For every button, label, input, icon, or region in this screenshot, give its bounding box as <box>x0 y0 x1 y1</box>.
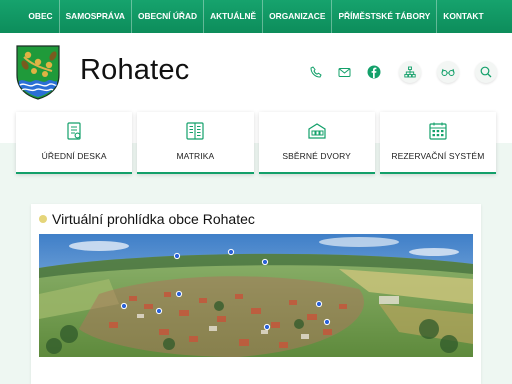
nav-item-obecni-urad[interactable]: OBECNÍ ÚŘAD <box>132 0 205 33</box>
collection-yard-icon <box>308 123 326 139</box>
nav-item-kontakt[interactable]: KONTAKT <box>437 0 489 33</box>
accessibility-glasses-icon[interactable] <box>437 61 459 83</box>
tile-label: REZERVAČNÍ SYSTÉM <box>391 151 485 161</box>
facebook-icon[interactable] <box>363 61 385 83</box>
notice-board-icon <box>67 122 81 140</box>
tile-sberne-dvory[interactable]: SBĚRNÉ DVORY <box>258 112 375 174</box>
tile-label: MATRIKA <box>176 151 215 161</box>
phone-icon[interactable] <box>305 61 327 83</box>
tile-rezervacni-system[interactable]: REZERVAČNÍ SYSTÉM <box>379 112 496 174</box>
site-title[interactable]: Rohatec <box>80 54 189 87</box>
registry-book-icon <box>186 122 204 140</box>
tile-label: SBĚRNÉ DVORY <box>282 151 351 161</box>
article-heading[interactable]: Virtuální prohlídka obce Rohatec <box>39 211 255 227</box>
article-title[interactable]: Virtuální prohlídka obce Rohatec <box>52 211 255 227</box>
nav-item-primestske-tabory[interactable]: PŘÍMĚSTSKÉ TÁBORY <box>332 0 438 33</box>
nav-item-samosprava[interactable]: SAMOSPRÁVA <box>60 0 132 33</box>
nav-item-organizace[interactable]: ORGANIZACE <box>263 0 333 33</box>
sitemap-icon[interactable] <box>399 61 421 83</box>
tile-uredni-deska[interactable]: ÚŘEDNÍ DESKA <box>16 112 133 174</box>
article-card: Virtuální prohlídka obce Rohatec <box>31 204 481 384</box>
calendar-icon <box>429 122 447 140</box>
tile-matrika[interactable]: MATRIKA <box>137 112 254 174</box>
mail-icon[interactable] <box>333 61 355 83</box>
tile-label: ÚŘEDNÍ DESKA <box>41 151 107 161</box>
coat-of-arms-logo[interactable] <box>16 45 60 100</box>
virtual-tour-panorama-image[interactable] <box>39 234 473 357</box>
bullet-dot <box>39 215 47 223</box>
nav-item-obec[interactable]: OBEC <box>22 0 60 33</box>
nav-item-aktualne[interactable]: AKTUÁLNĚ <box>204 0 264 33</box>
quick-links: ÚŘEDNÍ DESKA MATRIKA SBĚRNÉ DVORY REZERV… <box>16 112 496 174</box>
search-icon[interactable] <box>475 61 497 83</box>
main-navigation: OBEC SAMOSPRÁVA OBECNÍ ÚŘAD AKTUÁLNĚ ORG… <box>0 0 512 33</box>
